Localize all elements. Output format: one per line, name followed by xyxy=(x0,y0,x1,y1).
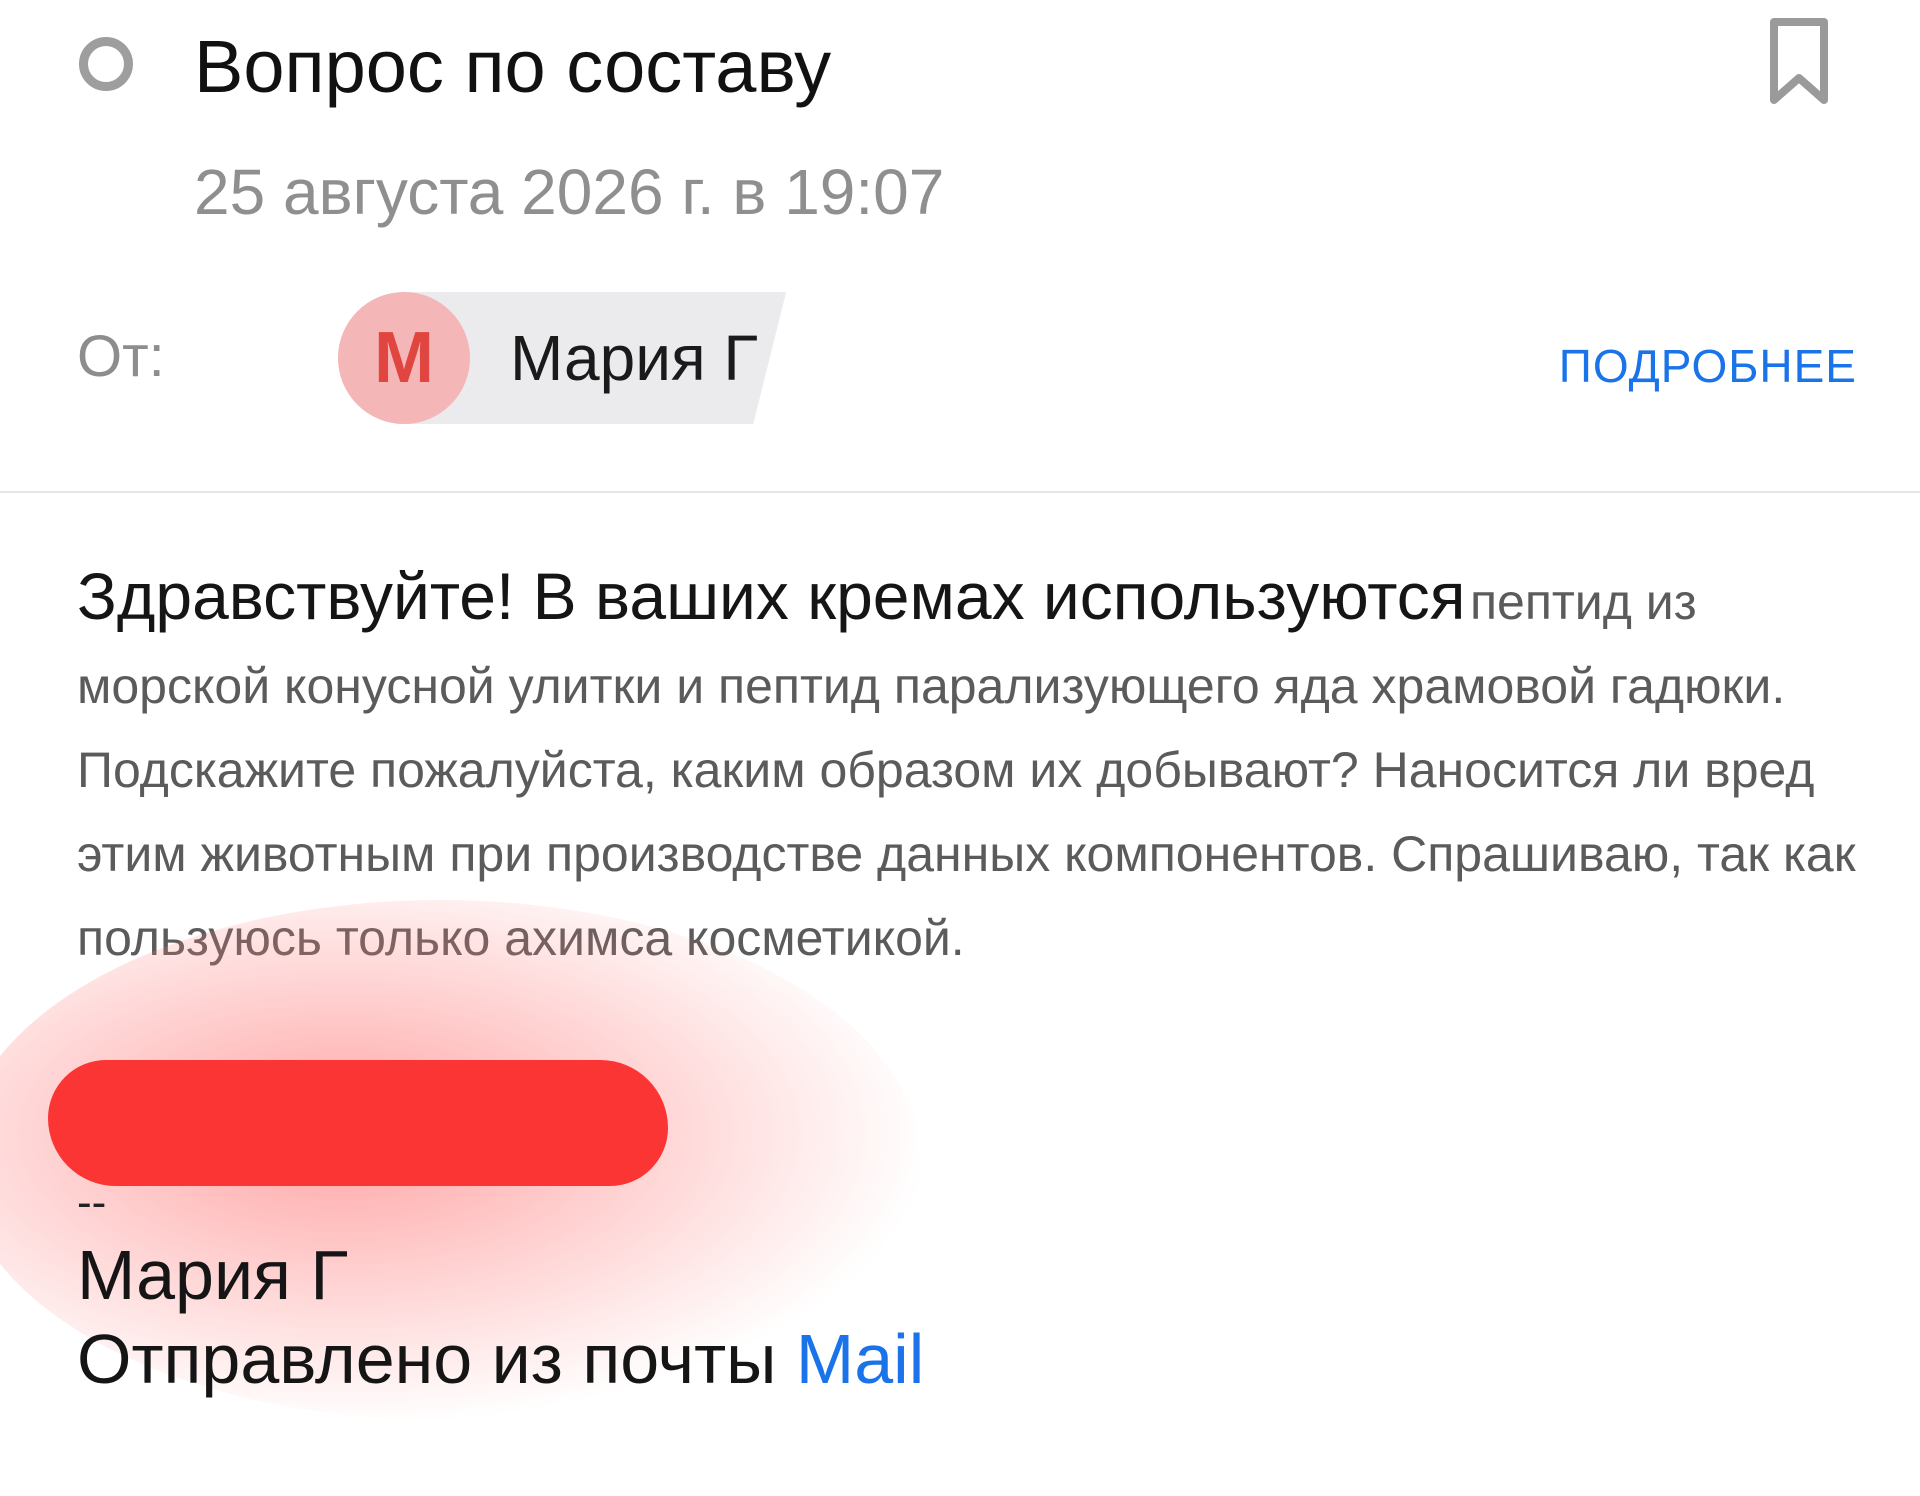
avatar: М xyxy=(338,292,470,424)
signature-name: Мария Г xyxy=(77,1236,349,1314)
details-link[interactable]: ПОДРОБНЕЕ xyxy=(1559,338,1857,394)
signature-sent-text: Отправлено из почты xyxy=(77,1320,777,1398)
mail-link[interactable]: Mail xyxy=(796,1320,924,1398)
redaction-scribble xyxy=(48,1060,668,1186)
divider xyxy=(0,491,1920,493)
signature-separator: -- xyxy=(77,1178,107,1227)
bookmark-icon[interactable] xyxy=(1768,18,1830,106)
unread-circle-icon[interactable] xyxy=(79,37,133,91)
from-label: От: xyxy=(77,324,165,389)
signature-sent-line: Отправлено из почты Mail xyxy=(77,1316,924,1402)
redaction-mask xyxy=(751,282,1169,432)
message-subject: Вопрос по составу xyxy=(194,25,832,108)
message-date: 25 августа 2026 г. в 19:07 xyxy=(194,156,945,228)
sender-name: Мария Г xyxy=(510,322,759,394)
message-header: Вопрос по составу 25 августа 2026 г. в 1… xyxy=(0,0,1920,492)
message-greeting: Здравствуйте! В ваших кремах используютс… xyxy=(77,559,1466,633)
